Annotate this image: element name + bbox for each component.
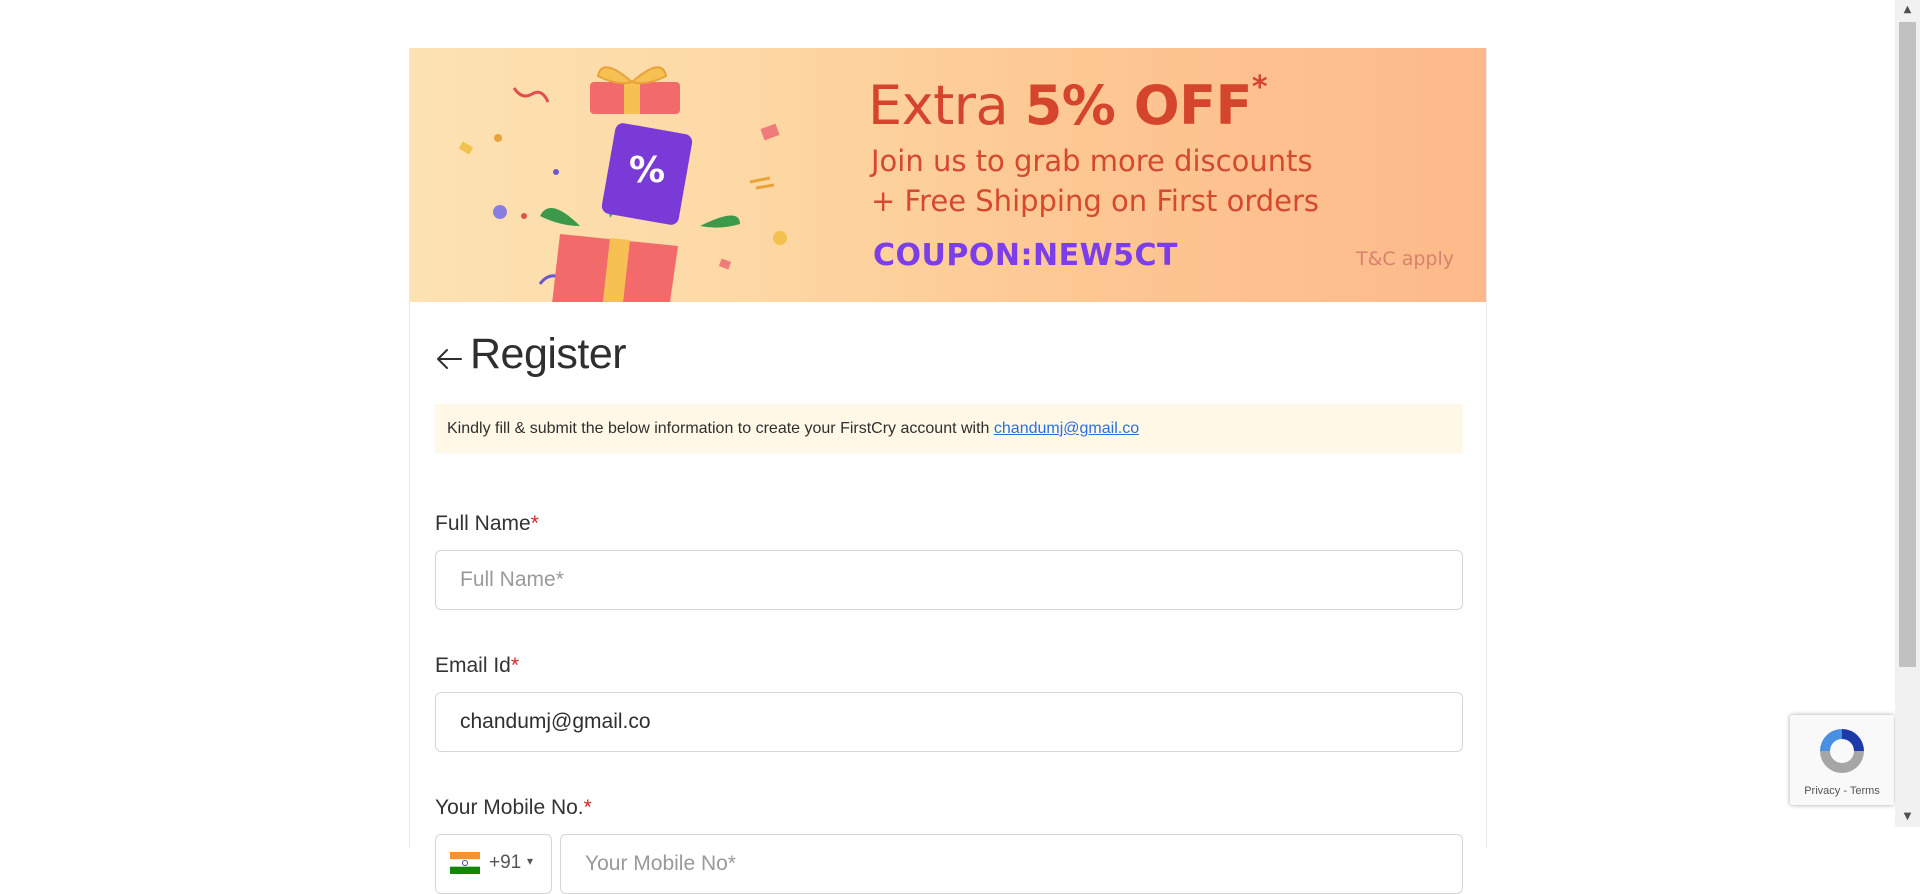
required-asterisk: * [583, 796, 592, 819]
register-card: % Extra 5% OFF* Join us to grab more dis… [409, 48, 1487, 894]
scroll-down-arrow[interactable]: ▼ [1895, 807, 1920, 827]
scroll-up-arrow[interactable]: ▲ [1895, 0, 1920, 20]
privacy-link[interactable]: Privacy [1804, 785, 1840, 797]
mobile-label: Your Mobile No.* [435, 796, 592, 819]
recaptcha-links: Privacy - Terms [1804, 785, 1880, 797]
full-name-input[interactable] [435, 550, 1463, 610]
country-code: +91 [489, 852, 522, 873]
coupon-code: COUPON:NEW5CT [873, 238, 1179, 273]
gift-box-illustration: % [458, 66, 787, 302]
mobile-input[interactable] [560, 834, 1463, 894]
info-notice: Kindly fill & submit the below informati… [435, 404, 1463, 453]
email-label: Email Id* [435, 654, 520, 677]
page-title: Register [470, 330, 627, 378]
country-code-select[interactable]: +91 ▾ [435, 834, 552, 894]
arrow-left-icon[interactable] [434, 344, 464, 374]
scroll-thumb[interactable] [1899, 22, 1916, 667]
promo-banner[interactable]: % Extra 5% OFF* Join us to grab more dis… [410, 48, 1486, 302]
notice-text: Kindly fill & submit the below informati… [447, 420, 994, 437]
terms-link[interactable]: Terms [1850, 785, 1880, 797]
full-name-label: Full Name* [435, 512, 539, 535]
notice-email-link[interactable]: chandumj@gmail.co [994, 420, 1139, 437]
recaptcha-badge[interactable]: Privacy - Terms [1790, 715, 1894, 805]
email-input[interactable] [435, 692, 1463, 752]
required-asterisk: * [510, 654, 520, 677]
terms-conditions-text: T&C apply [1356, 248, 1455, 270]
banner-headline: Extra 5% OFF* [868, 70, 1268, 137]
banner-subtitle-2: + Free Shipping on First orders [871, 184, 1320, 218]
required-asterisk: * [530, 512, 539, 535]
chevron-down-icon: ▾ [527, 854, 534, 868]
page-scrollbar[interactable]: ▲ ▼ [1895, 0, 1920, 827]
recaptcha-icon [1820, 729, 1864, 773]
percent-symbol: % [629, 150, 665, 191]
banner-subtitle-1: Join us to grab more discounts [871, 144, 1313, 178]
india-flag-icon [450, 852, 480, 874]
